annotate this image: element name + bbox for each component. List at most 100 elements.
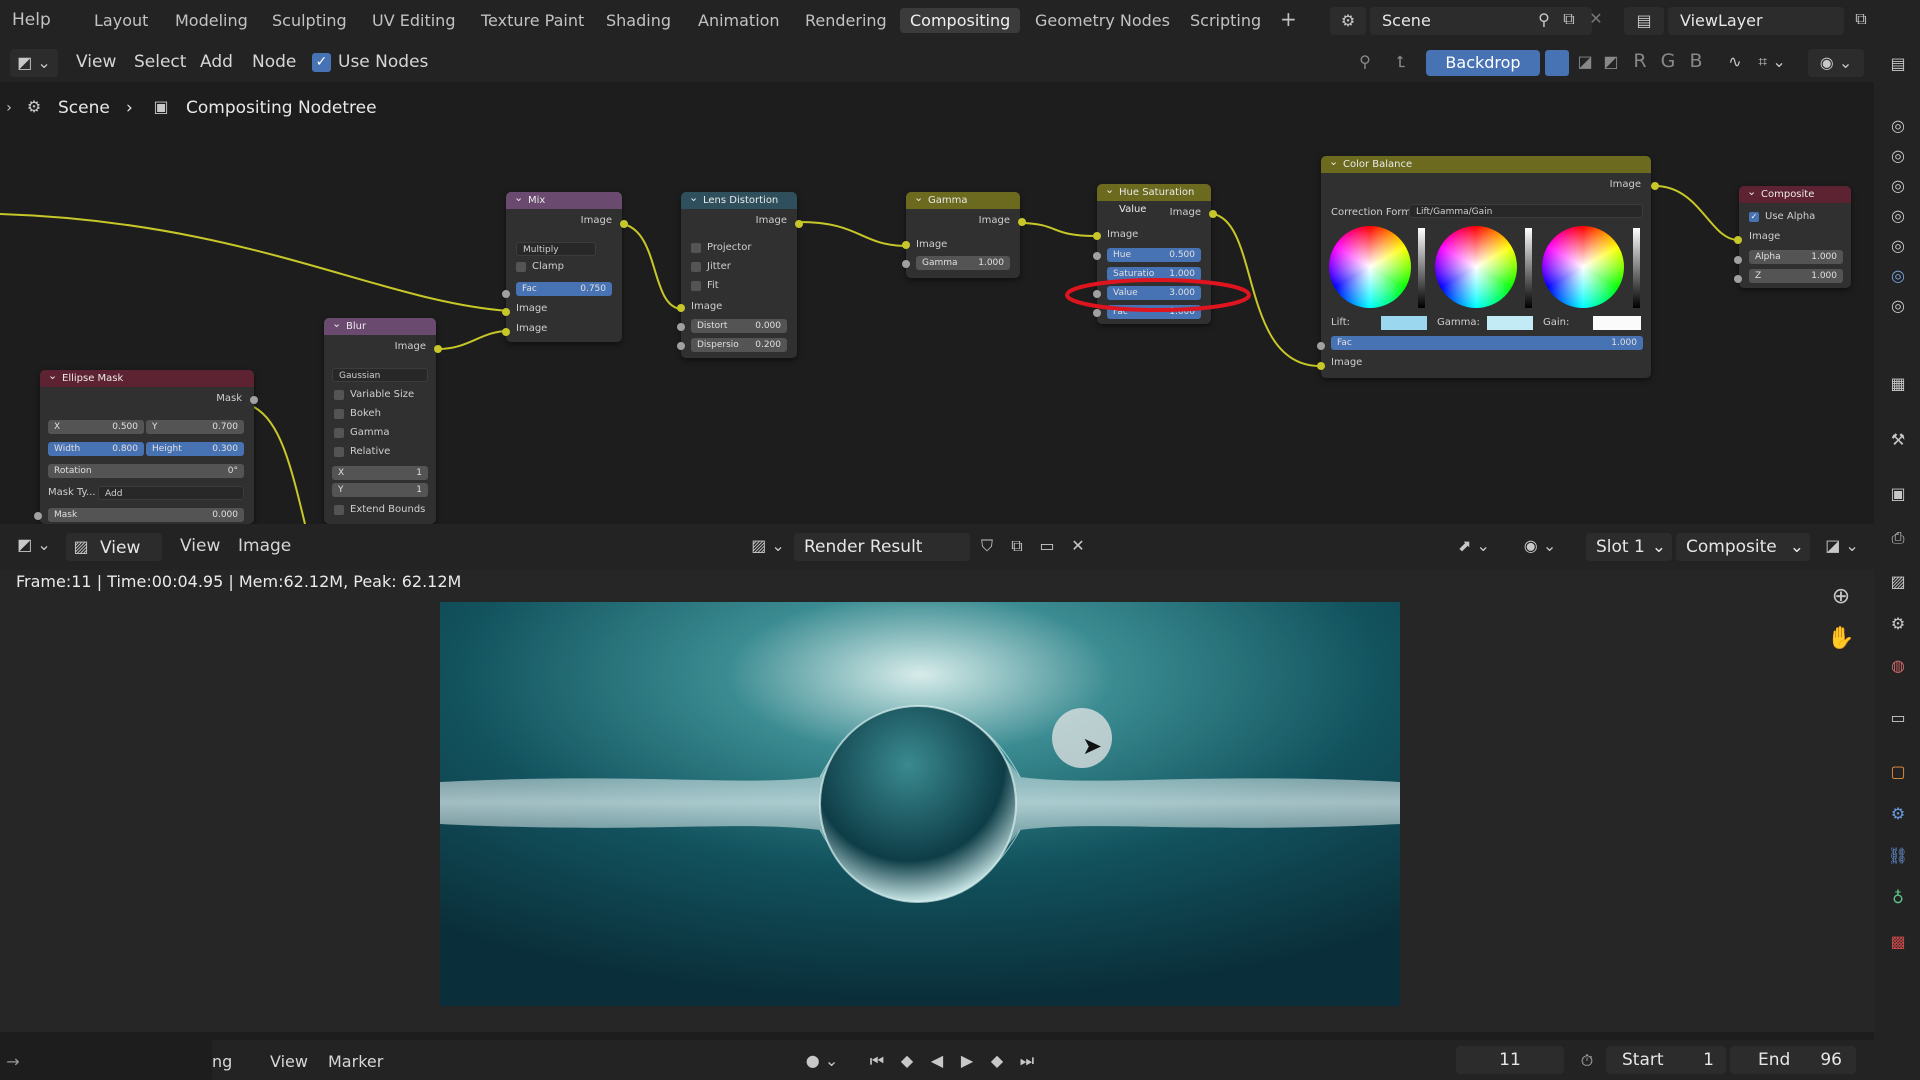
composite-input-socket[interactable]	[1734, 236, 1742, 244]
render-icon[interactable]: ◎	[1886, 296, 1910, 315]
timeline-menu-marker[interactable]: Marker	[328, 1052, 383, 1071]
gain-color-swatch[interactable]	[1593, 316, 1641, 330]
composite-z-field[interactable]: Z 1.000	[1749, 269, 1843, 283]
gain-color-wheel[interactable]	[1542, 226, 1624, 308]
mix-node[interactable]: Mix Image Multiply Clamp Fac 0.750 Image…	[506, 192, 622, 342]
hsv-output-socket[interactable]	[1209, 210, 1217, 218]
prev-keyframe-icon[interactable]: ◆	[896, 1051, 918, 1070]
sample-tool-icon[interactable]: ⬈ ⌄	[1452, 536, 1496, 555]
backdrop-color-alpha-button[interactable]	[1545, 50, 1569, 76]
use-nodes-checkbox[interactable]: ✓	[312, 53, 331, 72]
mix-clamp-checkbox[interactable]	[516, 262, 526, 272]
tab-uv-editing[interactable]: UV Editing	[372, 11, 455, 30]
blur-x-field[interactable]: X 1	[332, 466, 428, 480]
jump-end-icon[interactable]: ⏭	[1016, 1051, 1038, 1071]
zoom-icon[interactable]: ⊕	[1826, 584, 1856, 609]
ellipse-x-field[interactable]: X 0.500	[48, 420, 144, 434]
object-icon[interactable]: ▢	[1886, 762, 1910, 781]
help-menu[interactable]: Help	[12, 10, 51, 30]
tab-geometry-nodes[interactable]: Geometry Nodes	[1035, 11, 1170, 30]
composite-alpha-field[interactable]: Alpha 1.000	[1749, 250, 1843, 264]
lift-color-swatch[interactable]	[1381, 316, 1427, 330]
view-layer-icon[interactable]: ▨	[1886, 572, 1910, 591]
channel-b-button[interactable]: B	[1686, 50, 1706, 72]
gamma-color-wheel[interactable]	[1435, 226, 1517, 308]
ellipse-masktype-dropdown[interactable]: Add	[98, 486, 244, 500]
menu-add[interactable]: Add	[200, 52, 233, 72]
hsv-fac-socket[interactable]	[1093, 309, 1101, 317]
collection-icon[interactable]: ▭	[1886, 708, 1910, 727]
editor-type-button[interactable]: ◩ ⌄	[10, 49, 58, 77]
pin-icon[interactable]: ⚲	[1534, 10, 1554, 29]
lens-distort-field[interactable]: Distort 0.000	[691, 319, 787, 333]
render-icon[interactable]: ◎	[1886, 236, 1910, 255]
ellipse-width-field[interactable]: Width 0.800	[48, 442, 144, 456]
hsv-node-header[interactable]: Hue Saturation Value	[1097, 184, 1211, 215]
gamma-node[interactable]: Gamma Image Image Gamma 1.000	[906, 192, 1020, 278]
menu-node[interactable]: Node	[252, 52, 296, 72]
composite-alpha-socket[interactable]	[1734, 256, 1742, 264]
chevron-right-icon[interactable]: ›	[4, 100, 14, 116]
new-viewlayer-icon[interactable]: ⧉	[1850, 9, 1872, 29]
mix-input1-socket[interactable]	[502, 308, 510, 316]
lens-jitter-checkbox[interactable]	[691, 262, 701, 272]
hsv-value-socket[interactable]	[1093, 290, 1101, 298]
play-icon[interactable]: ▶	[956, 1051, 978, 1070]
record-icon[interactable]: ● ⌄	[800, 1051, 844, 1070]
world-icon[interactable]: ◍	[1886, 656, 1910, 675]
use-alpha-checkbox[interactable]: ✓	[1749, 212, 1759, 222]
tab-layout[interactable]: Layout	[94, 11, 148, 30]
colorbalance-node-header[interactable]: Color Balance	[1321, 156, 1651, 173]
blur-extend-bounds-checkbox[interactable]	[334, 505, 344, 515]
hsv-input-socket[interactable]	[1093, 232, 1101, 240]
composite-z-socket[interactable]	[1734, 275, 1742, 283]
backdrop-alpha-button[interactable]: ◩	[1600, 52, 1622, 71]
jump-start-icon[interactable]: ⏮	[866, 1051, 888, 1071]
menu-image[interactable]: Image	[238, 536, 291, 556]
snap-grid-icon[interactable]: ⌗ ⌄	[1752, 52, 1792, 72]
lens-projector-checkbox[interactable]	[691, 243, 701, 253]
tab-compositing[interactable]: Compositing	[900, 8, 1021, 33]
object-data-icon[interactable]: ♁	[1886, 888, 1910, 907]
mix-blend-dropdown[interactable]: Multiply	[516, 242, 596, 256]
gain-value-slider[interactable]	[1633, 228, 1640, 308]
lift-value-slider[interactable]	[1418, 228, 1425, 308]
tab-modeling[interactable]: Modeling	[175, 11, 248, 30]
render-layer-dropdown[interactable]: Composite ⌄	[1676, 533, 1810, 561]
channel-g-button[interactable]: G	[1658, 50, 1678, 72]
current-frame-field[interactable]: 11	[1456, 1046, 1564, 1074]
mix-output-socket[interactable]	[620, 220, 628, 228]
gamma-color-swatch[interactable]	[1487, 316, 1533, 330]
ellipse-output-socket[interactable]	[250, 396, 258, 404]
mix-fac-field[interactable]: Fac 0.750	[516, 282, 612, 296]
display-channels-icon[interactable]: ◪ ⌄	[1820, 536, 1864, 555]
new-image-icon[interactable]: ⧉	[1006, 536, 1028, 556]
blur-output-socket[interactable]	[434, 345, 442, 353]
tab-texture-paint[interactable]: Texture Paint	[481, 11, 584, 30]
output-properties-icon[interactable]: ⎙	[1886, 528, 1910, 548]
sidebar-toggle-icon[interactable]: ▤	[1886, 54, 1910, 73]
blur-y-field[interactable]: Y 1	[332, 483, 428, 497]
next-keyframe-icon[interactable]: ◆	[986, 1051, 1008, 1070]
new-scene-icon[interactable]: ⧉	[1558, 9, 1580, 29]
menu-image-view[interactable]: View	[180, 536, 220, 556]
lens-dispersion-field[interactable]: Dispersio 0.200	[691, 338, 787, 352]
lift-color-wheel[interactable]	[1329, 226, 1411, 308]
lens-distort-socket[interactable]	[677, 323, 685, 331]
scene-selector-button[interactable]: ⚙	[1330, 7, 1366, 35]
snap-icon[interactable]: ∿	[1724, 52, 1746, 71]
scene-properties-icon[interactable]: ⚙	[1886, 614, 1910, 633]
colorbalance-fac-field[interactable]: Fac 1.000	[1331, 336, 1643, 350]
ellipse-node-header[interactable]: Ellipse Mask	[40, 370, 254, 387]
parent-node-tree-icon[interactable]: ⮤	[1390, 52, 1412, 72]
view-mode-button[interactable]: ▨ View	[66, 533, 162, 561]
menu-select[interactable]: Select	[134, 52, 186, 72]
color-balance-node[interactable]: Color Balance Image Correction Form... L…	[1321, 156, 1651, 378]
backdrop-color-button[interactable]: ◪	[1574, 52, 1596, 71]
ellipse-mask-field[interactable]: Mask 0.000	[48, 508, 244, 522]
image-name-field[interactable]: Render Result	[794, 533, 970, 561]
modifier-icon[interactable]: ⚙	[1886, 804, 1910, 823]
lens-input-socket[interactable]	[677, 304, 685, 312]
tab-rendering[interactable]: Rendering	[805, 11, 887, 30]
render-properties-icon[interactable]: ▣	[1886, 484, 1910, 503]
